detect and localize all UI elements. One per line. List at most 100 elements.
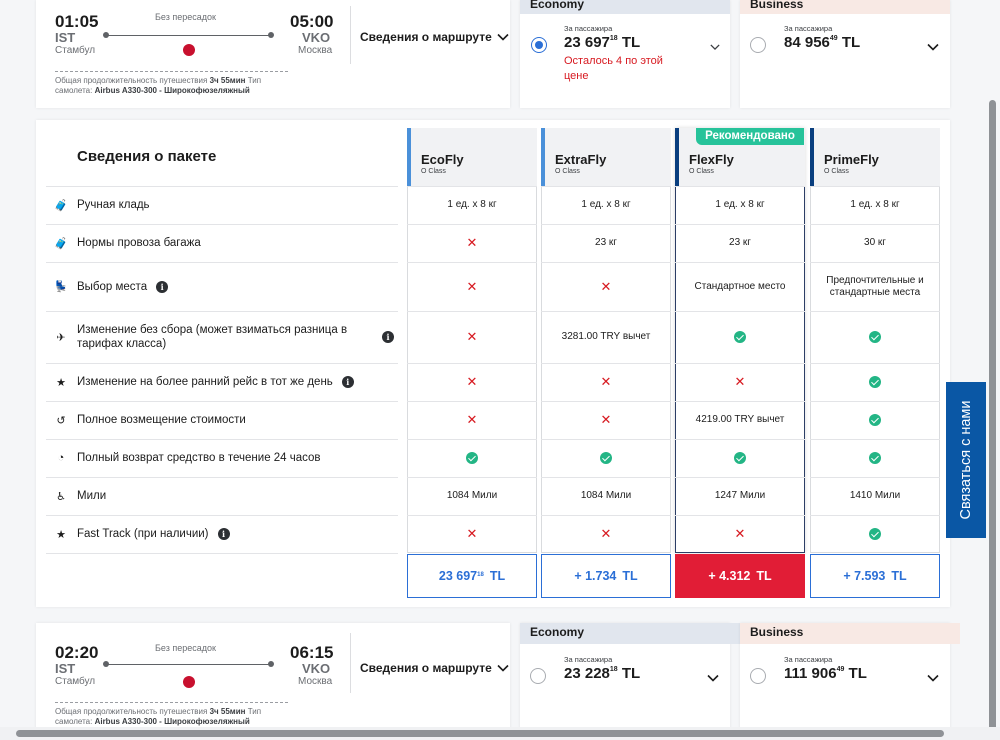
info-icon[interactable]: i <box>156 280 169 293</box>
arrival-time: 06:15 <box>290 643 334 662</box>
aircraft-value: Airbus A330-300 - Широкофюзеляжный <box>94 86 250 95</box>
airline-logo-icon <box>183 676 195 688</box>
luggage-icon: 🧳 <box>54 237 68 250</box>
chevron-down-icon[interactable] <box>710 43 720 51</box>
info-icon[interactable]: i <box>217 528 230 540</box>
flight-meta: Общая продолжительность путешествия 3ч 5… <box>55 707 315 727</box>
feature-value: 1084 Мили <box>580 490 632 501</box>
fare-price-button[interactable]: + 7.593 TL <box>810 554 940 598</box>
feature-label: Полное возмещение стоимости <box>77 414 246 426</box>
duration-value: 3ч 55мин <box>209 707 246 716</box>
fare-economy-price: 23 22818 TL <box>564 665 641 682</box>
fare-business-1[interactable]: Business За пассажира 84 95649 TL <box>740 0 950 108</box>
fare-class-label: O Class <box>555 168 580 175</box>
fare-business-header: Business <box>740 0 950 14</box>
fare-business-radio[interactable] <box>750 37 766 53</box>
vertical-scroll-thumb[interactable] <box>989 100 996 738</box>
feature-cell: 3281.00 TRY вычет <box>547 311 665 363</box>
arrival-code: VKO <box>302 661 331 676</box>
route-details-button[interactable]: Сведения о маршруте <box>360 30 509 44</box>
fare-economy-radio[interactable] <box>530 668 546 684</box>
fare-economy-radio[interactable] <box>531 37 547 53</box>
row-divider <box>810 401 940 402</box>
fare-price-button[interactable]: + 1.734 TL <box>541 554 671 598</box>
feature-cell <box>816 401 934 439</box>
arrival-city: Москва <box>298 45 333 56</box>
feature-row: ↺ Полное возмещение стоимости <box>54 401 394 439</box>
feature-cell: ✕ <box>413 311 531 363</box>
horizontal-scroll-thumb[interactable] <box>16 730 944 737</box>
row-divider <box>407 477 537 478</box>
fare-price-currency: TL <box>891 569 907 583</box>
row-divider <box>675 439 805 440</box>
fare-business-header: Business <box>740 623 960 644</box>
feature-value: Предпочтительные и стандартные места <box>826 274 924 298</box>
info-icon[interactable]: i <box>382 331 394 343</box>
fare-class-label: O Class <box>421 168 446 175</box>
feature-label: Мили <box>77 490 107 502</box>
contact-us-button[interactable]: Связаться с нами <box>946 382 986 538</box>
row-divider <box>675 262 805 263</box>
feature-label: Fast Track (при наличии) <box>77 528 209 540</box>
fare-economy-2[interactable]: Economy За пассажира 23 22818 TL <box>520 623 740 733</box>
feature-cell: Стандартное место <box>681 262 799 311</box>
row-divider <box>675 515 805 516</box>
feature-value: 4219.00 TRY вычет <box>695 414 785 425</box>
feature-value: Стандартное место <box>694 280 786 292</box>
cross-icon: ✕ <box>600 412 612 427</box>
chevron-down-icon[interactable] <box>927 43 939 51</box>
info-icon[interactable]: i <box>341 376 354 388</box>
feature-cell: 23 кг <box>547 224 665 262</box>
chevron-down-icon[interactable] <box>927 674 939 682</box>
fare-economy-header: Economy <box>520 0 730 14</box>
horizontal-scrollbar[interactable] <box>0 727 1000 740</box>
fare-price-button[interactable]: 23 697 18 TL <box>407 554 537 598</box>
feature-label: Выбор места <box>77 280 148 293</box>
route-end-dot <box>268 661 274 667</box>
recommended-badge: Рекомендовано <box>696 128 804 145</box>
nonstop-label: Без пересадок <box>155 643 216 653</box>
contact-us-label: Связаться с нами <box>958 400 974 520</box>
route-details-button[interactable]: Сведения о маршруте <box>360 661 509 675</box>
feature-cell: ✕ <box>547 363 665 401</box>
fare-business-2[interactable]: Business За пассажира 111 90649 TL <box>740 623 960 733</box>
feature-cell: ✕ <box>681 515 799 553</box>
fare-class-label: O Class <box>824 168 849 175</box>
feature-value: 3281.00 TRY вычет <box>561 331 651 342</box>
per-passenger-label: За пассажира <box>784 655 833 664</box>
feature-value: 30 кг <box>864 237 886 248</box>
flight-card-2: 02:20 IST Стамбул Без пересадок 06:15 VK… <box>36 623 510 733</box>
check-icon <box>734 331 746 343</box>
row-divider <box>541 311 671 312</box>
chevron-down-icon <box>497 664 509 672</box>
type-label: Тип <box>247 76 262 85</box>
route-details-label: Сведения о маршруте <box>360 30 492 44</box>
row-divider <box>675 477 805 478</box>
fare-business-price: 111 90649 TL <box>784 665 867 682</box>
feature-cell <box>413 439 531 477</box>
fare-business-radio[interactable] <box>750 668 766 684</box>
vertical-scrollbar[interactable] <box>987 0 1000 740</box>
feature-value: 1 ед. x 8 кг <box>581 199 631 210</box>
feature-value: 23 кг <box>729 237 751 248</box>
feature-row: 💺 Выбор места i <box>54 262 394 311</box>
route-end-dot <box>268 32 274 38</box>
fare-price-currency: TL <box>622 569 638 583</box>
row-divider <box>541 224 671 225</box>
row-divider <box>675 401 805 402</box>
fasttrack-icon: ★ <box>56 528 66 541</box>
cross-icon: ✕ <box>466 278 478 294</box>
route-line <box>108 35 270 36</box>
fare-brand-name: PrimeFly <box>824 152 879 167</box>
chevron-down-icon[interactable] <box>707 674 719 682</box>
fare-price-amount: + 1.734 <box>574 569 617 583</box>
fare-price-button[interactable]: + 4.312 TL <box>675 554 805 598</box>
cross-icon: ✕ <box>734 526 746 541</box>
row-divider <box>407 363 537 364</box>
row-divider <box>675 224 805 225</box>
feature-cell: ✕ <box>547 262 665 311</box>
cross-icon: ✕ <box>466 526 478 541</box>
fare-economy-1[interactable]: Economy За пассажира 23 69718 TL Осталос… <box>520 0 730 108</box>
feature-cell: ✕ <box>547 515 665 553</box>
check-icon <box>869 414 881 426</box>
